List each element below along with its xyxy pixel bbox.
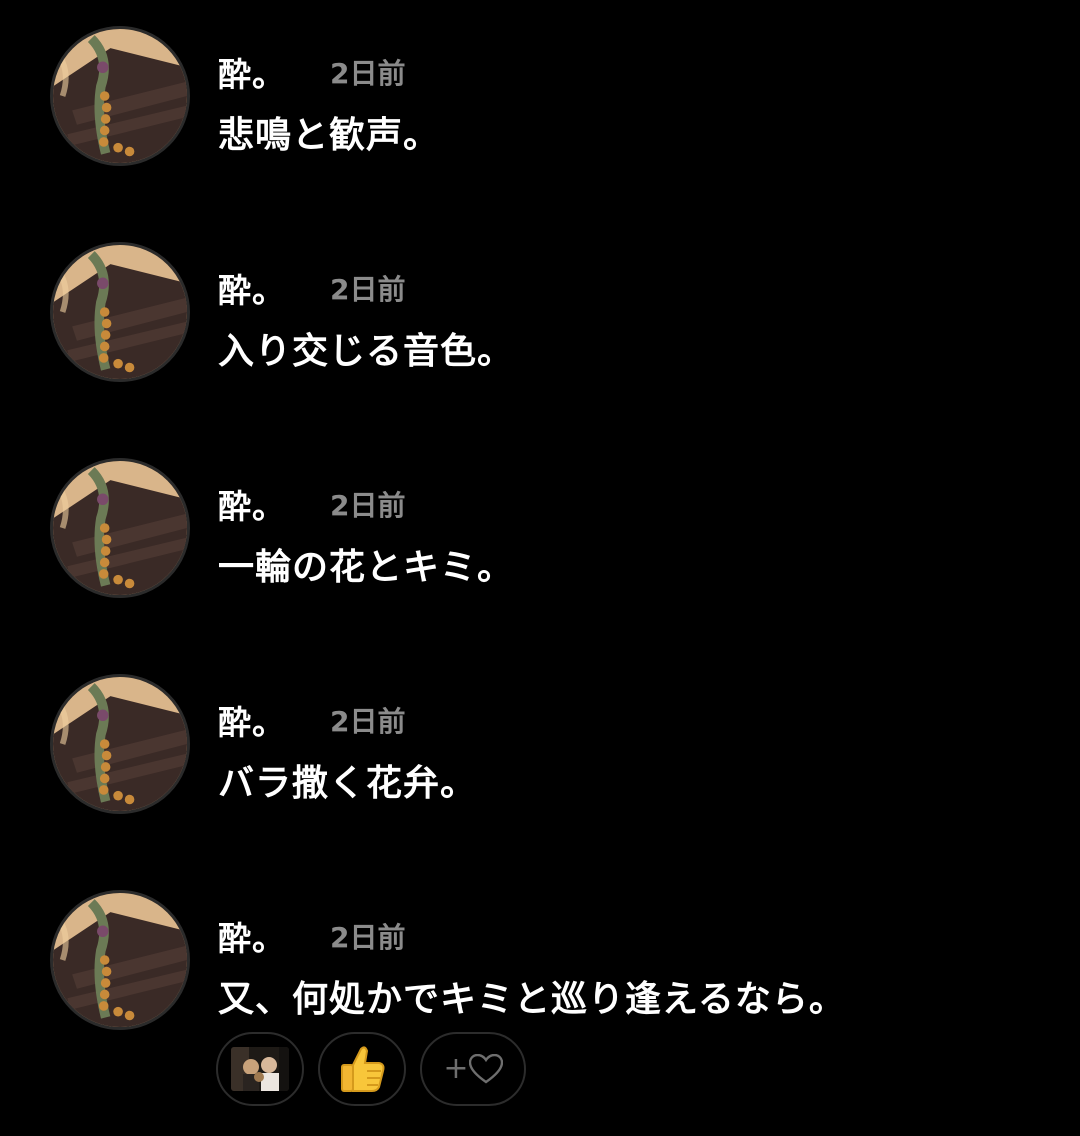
avatar-image (53, 677, 187, 811)
thumbs-up-reaction-button[interactable] (318, 1032, 406, 1106)
author-name[interactable]: 酔。 (218, 480, 286, 528)
add-reaction-heart-icon: + (443, 1051, 503, 1086)
message-header: 酔。 2日前 (218, 266, 405, 310)
avatar-image (53, 461, 187, 595)
message-header: 酔。 2日前 (218, 698, 405, 742)
message-header: 酔。 2日前 (218, 50, 405, 94)
message-item: 酔。 2日前 一輪の花とキミ。 (0, 432, 1080, 598)
photo-reaction-button[interactable] (216, 1032, 304, 1106)
photo-reaction-icon (231, 1047, 289, 1091)
message-text: 一輪の花とキミ。 (218, 547, 515, 588)
timestamp: 2日前 (330, 57, 406, 90)
author-name[interactable]: 酔。 (218, 48, 286, 96)
avatar[interactable] (50, 26, 190, 166)
avatar[interactable] (50, 458, 190, 598)
author-name[interactable]: 酔。 (218, 912, 286, 960)
timestamp: 2日前 (330, 921, 406, 954)
avatar[interactable] (50, 674, 190, 814)
message-header: 酔。 2日前 (218, 914, 405, 958)
author-name[interactable]: 酔。 (218, 696, 286, 744)
plus-sign: + (443, 1051, 469, 1086)
add-reaction-button[interactable]: + (420, 1032, 526, 1106)
reaction-bar: + (216, 1032, 526, 1106)
message-text: 入り交じる音色。 (218, 331, 515, 372)
avatar[interactable] (50, 890, 190, 1030)
timestamp: 2日前 (330, 705, 406, 738)
avatar[interactable] (50, 242, 190, 382)
avatar-image (53, 29, 187, 163)
thumbs-up-icon (339, 1045, 385, 1093)
message-item: 酔。 2日前 悲鳴と歓声。 (0, 0, 1080, 166)
author-name[interactable]: 酔。 (218, 264, 286, 312)
message-item: 酔。 2日前 バラ撒く花弁。 (0, 648, 1080, 814)
message-text: 又、何処かでキミと巡り逢えるなら。 (218, 979, 846, 1020)
avatar-image (53, 893, 187, 1027)
timestamp: 2日前 (330, 273, 406, 306)
avatar-image (53, 245, 187, 379)
message-header: 酔。 2日前 (218, 482, 405, 526)
message-item: 酔。 2日前 入り交じる音色。 (0, 216, 1080, 382)
message-text: 悲鳴と歓声。 (218, 115, 441, 156)
message-text: バラ撒く花弁。 (218, 763, 478, 804)
message-item: 酔。 2日前 又、何処かでキミと巡り逢えるなら。 (0, 864, 1080, 1030)
timestamp: 2日前 (330, 489, 406, 522)
